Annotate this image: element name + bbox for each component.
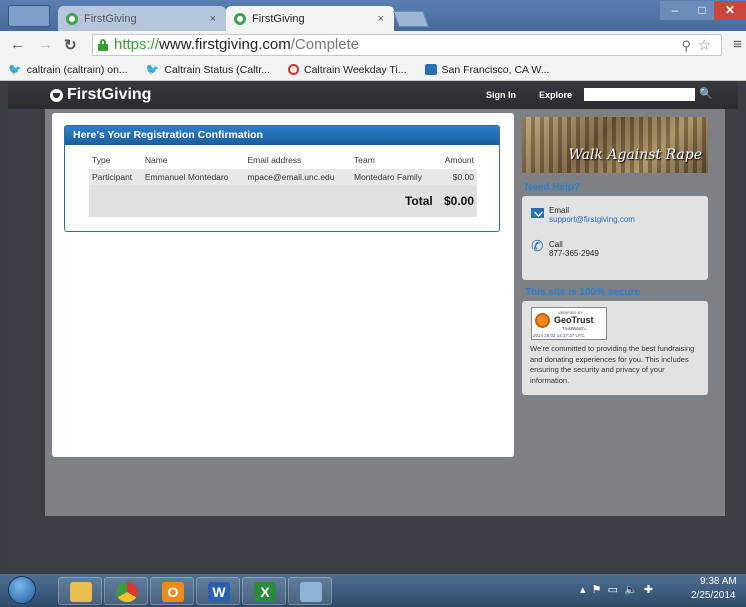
firstgiving-logo-icon [50, 88, 63, 102]
registration-table: Type Name Email address Team Amount Part… [89, 153, 477, 217]
column-header-team: Team [353, 155, 375, 165]
banner-text: Walk Against Rape [568, 147, 702, 163]
phone-number: 877-365-2949 [549, 249, 599, 258]
clock-date[interactable]: 2/25/2014 [691, 590, 736, 601]
lock-icon [98, 39, 108, 51]
browser-menu-button[interactable] [8, 5, 50, 27]
envelope-icon [531, 208, 544, 218]
browser-tab-1[interactable]: FirstGiving × [58, 6, 226, 31]
event-banner-image[interactable]: Walk Against Rape [522, 117, 708, 173]
bookmark-star-icon[interactable]: ☆ [698, 36, 711, 54]
chrome-taskbar-button[interactable] [104, 577, 148, 605]
word-icon: W [208, 582, 230, 602]
minimize-button[interactable]: – [660, 1, 690, 20]
main-content-card: Here's Your Registration Confirmation Ty… [52, 113, 514, 457]
outlook-taskbar-button[interactable]: O [150, 577, 194, 605]
zoom-icon[interactable]: ⚲ [681, 38, 691, 54]
cell-email: mpace@email.unc.edu [244, 169, 351, 185]
site-header: FirstGiving Sign In Explore 🔍 [8, 81, 738, 109]
firstgiving-favicon-icon [66, 12, 78, 25]
browser-toolbar: ← → ↻ https://www.firstgiving.com/Comple… [0, 31, 746, 59]
confirmation-title: Here's Your Registration Confirmation [65, 126, 499, 145]
search-icon[interactable]: 🔍 [699, 87, 713, 100]
app-taskbar-button[interactable] [288, 577, 332, 605]
start-button[interactable] [8, 576, 36, 604]
clock-time[interactable]: 9:38 AM [700, 576, 737, 587]
tab-close-icon[interactable]: × [210, 13, 216, 25]
file-explorer-taskbar-button[interactable] [58, 577, 102, 605]
cell-team: Montedaro Family [350, 169, 436, 185]
need-help-heading: Need Help? [525, 182, 581, 193]
browser-tab-2-active[interactable]: FirstGiving × [226, 6, 394, 31]
bookmark-item[interactable]: San Francisco, CA W... [424, 64, 549, 76]
email-label: Email [549, 206, 570, 215]
app-icon [300, 582, 322, 602]
total-value: $0.00 [435, 185, 477, 217]
column-header-amount: Amount [444, 155, 474, 165]
system-tray-icons[interactable]: ▴ ⚑ ▭ 🔈 ✚ [580, 583, 653, 596]
firstgiving-favicon-icon [234, 12, 246, 25]
call-label: Call [549, 240, 563, 249]
registration-confirmation-box: Here's Your Registration Confirmation Ty… [64, 125, 500, 232]
url-text[interactable]: https://www.firstgiving.com/Complete [114, 36, 359, 53]
tab-title: FirstGiving [252, 12, 305, 25]
tab-title: FirstGiving [84, 12, 137, 25]
new-tab-button[interactable] [393, 11, 429, 27]
column-header-email: Email address [247, 155, 302, 165]
bookmarks-bar: 🐦 caltrain (caltrain) on... 🐦 Caltrain Sta… [0, 59, 746, 81]
clock-icon [288, 64, 299, 75]
sign-in-link[interactable]: Sign In [486, 90, 516, 100]
chrome-icon [116, 582, 138, 602]
word-taskbar-button[interactable]: W [196, 577, 240, 605]
bookmark-item[interactable]: 🐦 caltrain (caltrain) on... [8, 63, 128, 77]
explore-link[interactable]: Explore [539, 90, 572, 100]
secure-heading: This site is 100% secure [525, 287, 641, 298]
forward-arrow-icon[interactable]: → [38, 36, 53, 53]
cell-name: Emmanuel Montedaro [141, 169, 245, 185]
security-box: VERIFIED BY GeoTrust TrustWatch... 2014 … [522, 301, 708, 395]
address-bar[interactable]: https://www.firstgiving.com/Complete ⚲ ☆ [92, 34, 722, 56]
browser-titlebar: FirstGiving × FirstGiving × – □ ✕ [0, 0, 746, 31]
twitter-icon: 🐦 [145, 64, 160, 76]
bookmark-item[interactable]: 🐦 Caltrain Status (Caltr... [145, 63, 270, 77]
outlook-icon: O [162, 582, 184, 602]
weather-icon [424, 64, 437, 75]
column-header-type: Type [92, 155, 111, 165]
tab-close-icon[interactable]: × [378, 13, 384, 25]
folder-icon [70, 582, 92, 602]
web-page: FirstGiving Sign In Explore 🔍 Here's You… [8, 81, 738, 574]
phone-contact: ✆ Call 877-365-2949 [531, 238, 599, 258]
phone-icon: ✆ [531, 238, 544, 255]
firstgiving-logo[interactable]: FirstGiving [50, 86, 151, 104]
security-description: We're committed to providing the best fu… [530, 344, 695, 385]
column-header-name: Name [144, 155, 168, 165]
twitter-icon: 🐦 [8, 64, 22, 76]
cell-amount: $0.00 [435, 169, 477, 185]
chrome-menu-icon[interactable]: ≡ [733, 36, 742, 53]
geotrust-seal[interactable]: VERIFIED BY GeoTrust TrustWatch... 2014 … [531, 307, 607, 340]
maximize-button[interactable]: □ [690, 1, 714, 20]
close-window-button[interactable]: ✕ [714, 1, 746, 20]
table-row: Participant Emmanuel Montedaro mpace@ema… [89, 169, 477, 185]
bookmark-item[interactable]: Caltrain Weekday Ti... [288, 64, 407, 76]
support-email-link[interactable]: support@firstgiving.com [549, 215, 635, 224]
total-row: Total $0.00 [89, 185, 477, 217]
excel-taskbar-button[interactable]: X [242, 577, 286, 605]
geotrust-seal-icon [535, 313, 550, 328]
email-contact: Email support@firstgiving.com [531, 206, 635, 224]
reload-icon[interactable]: ↻ [64, 36, 77, 54]
total-label: Total [350, 185, 436, 217]
help-box: Email support@firstgiving.com ✆ Call 877… [522, 196, 708, 280]
cell-type: Participant [89, 169, 142, 185]
windows-taskbar: O W X ▴ ⚑ ▭ 🔈 ✚ 9:38 AM 2/25/2014 [0, 574, 746, 607]
back-arrow-icon[interactable]: ← [10, 36, 25, 53]
excel-icon: X [254, 582, 276, 602]
site-search-input[interactable] [584, 88, 695, 101]
